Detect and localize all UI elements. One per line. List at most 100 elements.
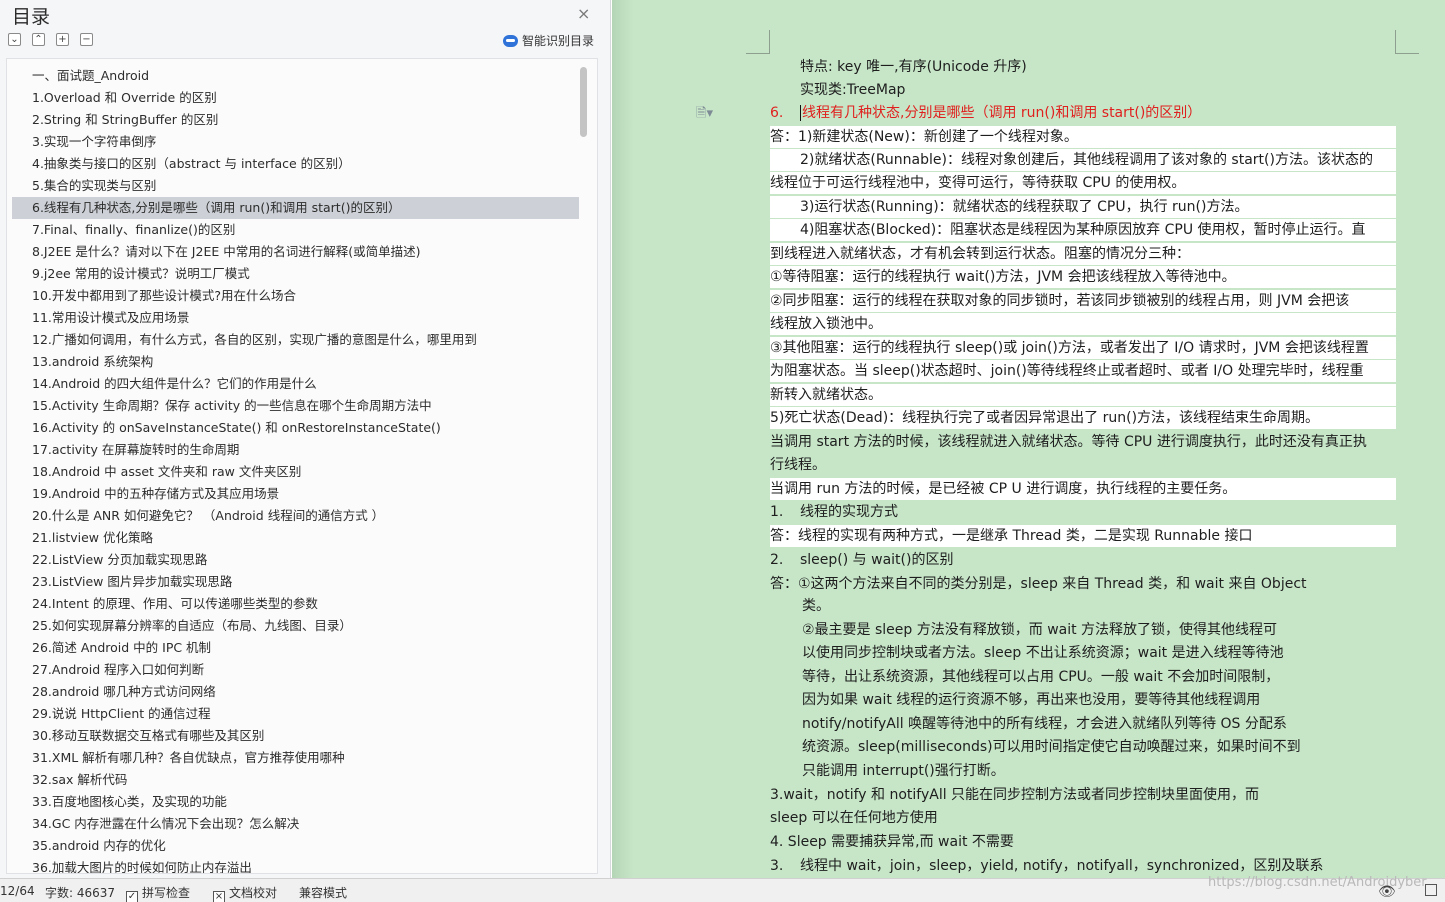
doc-line: ②同步阻塞：运行的线程在获取对象的同步锁时，若该同步锁被别的线程占用，则 JVM… bbox=[770, 290, 1396, 312]
doc-line: 3.wait，notify 和 notifyAll 只能在同步控制方法或者同步控… bbox=[770, 784, 1259, 806]
line-text: 答：线程的实现有两种方式，一是继承 Thread 类，二是实现 Runnable… bbox=[770, 528, 1253, 544]
remove-heading-icon[interactable]: − bbox=[80, 33, 93, 46]
doc-line: 答：线程的实现有两种方式，一是继承 Thread 类，二是实现 Runnable… bbox=[770, 525, 1396, 547]
toc-item[interactable]: 17.activity 在屏幕旋转时的生命周期 bbox=[7, 439, 597, 461]
toc-item[interactable]: 31.XML 解析有哪几种？各自优缺点，官方推荐使用哪种 bbox=[7, 747, 597, 769]
item-number: 2. bbox=[770, 552, 784, 568]
doc-line: 答：①这两个方法来自不同的类分别是，sleep 来自 Thread 类，和 wa… bbox=[770, 573, 1307, 595]
doc-line: 当调用 start 方法的时候，该线程就进入就绪状态。等待 CPU 进行调度执行… bbox=[770, 431, 1367, 453]
toc-item[interactable]: 3.实现一个字符串倒序 bbox=[7, 131, 597, 153]
toc-item[interactable]: 27.Android 程序入口如何判断 bbox=[7, 659, 597, 681]
doc-line: 到线程进入就绪状态，才有机会转到运行状态。阻塞的情况分三种： bbox=[770, 243, 1396, 265]
toc-item[interactable]: 15.Activity 生命周期？保存 activity 的一些信息在哪个生命周… bbox=[7, 395, 597, 417]
line-text: 答：①这两个方法来自不同的类分别是，sleep 来自 Thread 类，和 wa… bbox=[770, 576, 1307, 592]
line-text: 类。 bbox=[802, 598, 830, 614]
toc-item[interactable]: 28.android 哪几种方式访问网络 bbox=[7, 681, 597, 703]
toc-item[interactable]: 14.Android 的四大组件是什么？它们的作用是什么 bbox=[7, 373, 597, 395]
line-text: 当调用 run 方法的时候，是已经被 CP U 进行调度，执行线程的主要任务。 bbox=[770, 481, 1237, 497]
doc-line: ②最主要是 sleep 方法没有释放锁，而 wait 方法释放了锁，使得其他线程… bbox=[770, 619, 1277, 641]
toc-item[interactable]: 5.集合的实现类与区别 bbox=[7, 175, 597, 197]
expand-all-icon[interactable]: ⌃ bbox=[32, 33, 45, 46]
toc-item[interactable]: 24.Intent 的原理、作用、可以传递哪些类型的参数 bbox=[7, 593, 597, 615]
page-indicator[interactable]: 12/64 bbox=[0, 884, 35, 898]
text-cursor bbox=[800, 105, 801, 121]
doc-line: 行线程。 bbox=[770, 454, 826, 476]
line-text: 线程位于可运行线程池中，变得可运行，等待获取 CPU 的使用权。 bbox=[770, 175, 1186, 191]
toc-item[interactable]: 2.String 和 StringBuffer 的区别 bbox=[7, 109, 597, 131]
doc-line: 2)就绪状态(Runnable)：线程对象创建后，其他线程调用了该对象的 sta… bbox=[770, 149, 1396, 171]
toc-item[interactable]: 20.什么是 ANR 如何避免它？ （Android 线程间的通信方式 ） bbox=[7, 505, 597, 527]
doc-line: ①等待阻塞：运行的线程执行 wait()方法，JVM 会把该线程放入等待池中。 bbox=[770, 266, 1396, 288]
add-heading-icon[interactable]: + bbox=[56, 33, 69, 46]
toc-item[interactable]: 4.抽象类与接口的区别（abstract 与 interface 的区别） bbox=[7, 153, 597, 175]
toc-item[interactable]: 8.J2EE 是什么？请对以下在 J2EE 中常用的名词进行解释(或简单描述) bbox=[7, 241, 597, 263]
doc-line: 4. Sleep 需要捕获异常,而 wait 不需要 bbox=[770, 831, 1014, 853]
toc-item[interactable]: 13.android 系统架构 bbox=[7, 351, 597, 373]
toc-item-active[interactable]: 6.线程有几种状态,分别是哪些（调用 run()和调用 start()的区别） bbox=[12, 197, 579, 219]
page-corner-mark-right bbox=[1395, 30, 1419, 54]
toc-item[interactable]: 34.GC 内存泄露在什么情况下会出现？怎么解决 bbox=[7, 813, 597, 835]
doc-line: 只能调用 interrupt()强行打断。 bbox=[770, 760, 1005, 782]
numbered-item: 1. 线程的实现方式 bbox=[770, 501, 898, 523]
doc-line: 5)死亡状态(Dead)：线程执行完了或者因异常退出了 run()方法，该线程结… bbox=[770, 407, 1396, 429]
item-number: 3. bbox=[770, 858, 784, 874]
toc-item[interactable]: 1.Overload 和 Override 的区别 bbox=[7, 87, 597, 109]
line-text: ③其他阻塞：运行的线程执行 sleep()或 join()方法，或者发出了 I/… bbox=[770, 340, 1369, 356]
toc-item[interactable]: 36.加载大图片的时候如何防止内存溢出 bbox=[7, 857, 597, 873]
toc-item[interactable]: 一、面试题_Android bbox=[7, 65, 597, 87]
line-text: 以使用同步控制块或者方法。sleep 不出让系统资源；wait 是进入线程等待池 bbox=[802, 645, 1284, 661]
toc-item[interactable]: 23.ListView 图片异步加载实现思路 bbox=[7, 571, 597, 593]
toc-item[interactable]: 26.简述 Android 中的 IPC 机制 bbox=[7, 637, 597, 659]
smart-toc-button[interactable]: 智能识别目录 bbox=[503, 32, 594, 49]
doc-line: 实现类:TreeMap bbox=[770, 79, 905, 101]
eye-icon[interactable]: 👁 bbox=[1378, 884, 1396, 900]
line-text: 到线程进入就绪状态，才有机会转到运行状态。阻塞的情况分三种： bbox=[770, 246, 1190, 262]
close-icon[interactable]: × bbox=[577, 4, 590, 23]
toc-item[interactable]: 32.sax 解析代码 bbox=[7, 769, 597, 791]
section-heading: 6. 线程有几种状态,分别是哪些（调用 run()和调用 start()的区别） bbox=[770, 102, 1201, 124]
doc-proof-toggle[interactable]: × 文档校对 bbox=[213, 884, 277, 902]
line-text: 当调用 start 方法的时候，该线程就进入就绪状态。等待 CPU 进行调度执行… bbox=[770, 434, 1367, 450]
line-text: 行线程。 bbox=[770, 457, 826, 473]
doc-line: 因为如果 wait 线程的运行资源不够，再出来也没用，要等待其他线程调用 bbox=[770, 689, 1260, 711]
page-shadow bbox=[612, 0, 634, 878]
toc-item[interactable]: 29.说说 HttpClient 的通信过程 bbox=[7, 703, 597, 725]
collapse-all-icon[interactable]: ⌄ bbox=[8, 33, 21, 46]
toc-scrollbar[interactable] bbox=[580, 67, 587, 137]
line-text: 线程中 wait，join，sleep，yield, notify，notify… bbox=[800, 858, 1324, 874]
toc-item[interactable]: 16.Activity 的 onSaveInstanceState() 和 on… bbox=[7, 417, 597, 439]
spellcheck-toggle[interactable]: ✓ 拼写检查 bbox=[126, 884, 190, 902]
smart-toc-icon bbox=[503, 34, 518, 47]
doc-line: notify/notifyAll 唤醒等待池中的所有线程，才会进入就绪队列等待 … bbox=[770, 713, 1287, 735]
toc-item[interactable]: 22.ListView 分页加载实现思路 bbox=[7, 549, 597, 571]
doc-line: 线程位于可运行线程池中，变得可运行，等待获取 CPU 的使用权。 bbox=[770, 172, 1396, 194]
toc-item[interactable]: 19.Android 中的五种存储方式及其应用场景 bbox=[7, 483, 597, 505]
doc-line: ③其他阻塞：运行的线程执行 sleep()或 join()方法，或者发出了 I/… bbox=[770, 337, 1396, 359]
toc-item[interactable]: 10.开发中都用到了那些设计模式?用在什么场合 bbox=[7, 285, 597, 307]
toc-item[interactable]: 30.移动互联数据交互格式有哪些及其区别 bbox=[7, 725, 597, 747]
toc-items: 一、面试题_Android 1.Overload 和 Override 的区别 2.… bbox=[7, 65, 597, 873]
line-text: 2)就绪状态(Runnable)：线程对象创建后，其他线程调用了该对象的 sta… bbox=[800, 152, 1373, 168]
word-count[interactable]: 字数: 46637 bbox=[45, 884, 115, 901]
toc-item[interactable]: 21.listview 优化策略 bbox=[7, 527, 597, 549]
toc-item[interactable]: 7.Final、finally、finanlize()的区别 bbox=[7, 219, 597, 241]
toc-item[interactable]: 12.广播如何调用，有什么方式，各自的区别，实现广播的意图是什么，哪里用到 bbox=[7, 329, 597, 351]
toc-item[interactable]: 35.android 内存的优化 bbox=[7, 835, 597, 857]
doc-line: 当调用 run 方法的时候，是已经被 CP U 进行调度，执行线程的主要任务。 bbox=[770, 478, 1396, 500]
line-text: 线程的实现方式 bbox=[800, 504, 898, 520]
line-text: ②同步阻塞：运行的线程在获取对象的同步锁时，若该同步锁被别的线程占用，则 JVM… bbox=[770, 293, 1350, 309]
doc-line: 线程放入锁池中。 bbox=[770, 313, 1396, 335]
page-view-icon[interactable] bbox=[1425, 884, 1437, 896]
paragraph-handle-icon[interactable]: 🗎▾ bbox=[696, 104, 713, 126]
doc-line: 类。 bbox=[770, 595, 830, 617]
toc-item[interactable]: 11.常用设计模式及应用场景 bbox=[7, 307, 597, 329]
line-text: 实现类:TreeMap bbox=[800, 82, 906, 98]
toc-item[interactable]: 25.如何实现屏幕分辨率的自适应（布局、九线图、目录） bbox=[7, 615, 597, 637]
toc-item[interactable]: 9.j2ee 常用的设计模式？说明工厂模式 bbox=[7, 263, 597, 285]
line-text: 线程有几种状态,分别是哪些（调用 run()和调用 start()的区别） bbox=[802, 105, 1202, 121]
toc-item[interactable]: 18.Android 中 asset 文件夹和 raw 文件夹区别 bbox=[7, 461, 597, 483]
line-text: 为阻塞状态。当 sleep()状态超时、join()等待线程终止或者超时、或者 … bbox=[770, 363, 1364, 379]
toc-item[interactable]: 33.百度地图核心类，及实现的功能 bbox=[7, 791, 597, 813]
line-text: ①等待阻塞：运行的线程执行 wait()方法，JVM 会把该线程放入等待池中。 bbox=[770, 269, 1236, 285]
item-number: 1. bbox=[770, 504, 784, 520]
